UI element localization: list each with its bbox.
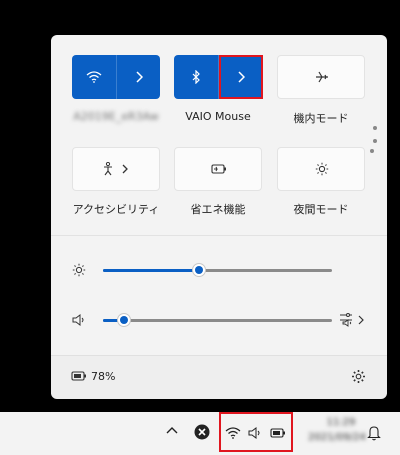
page-dot [373,139,377,143]
battery-percentage: 78% [91,370,116,383]
quick-settings-footer: 78% [51,355,387,399]
wifi-icon [86,71,102,83]
accessibility-icon [103,162,131,176]
clock-date: 2021/09/24 [308,432,366,443]
accessibility-tile[interactable] [72,147,160,191]
airplane-mode-label: 機内モード [293,112,349,125]
bluetooth-tile-label: VAIO Mouse [185,110,251,123]
page-down-icon[interactable] [370,149,374,153]
bluetooth-toggle[interactable] [174,55,218,99]
night-light-tile[interactable] [277,147,365,191]
clock-time: 11:29 [326,417,356,428]
night-light-icon [315,162,329,176]
chevron-right-icon [135,71,143,83]
section-divider [51,235,387,236]
app-tray-x-icon[interactable] [194,424,210,440]
battery-saver-tile[interactable] [174,147,262,191]
night-light-label: 夜間モード [293,203,349,216]
brightness-icon [72,263,86,277]
page-dot [373,126,377,130]
bluetooth-expand-highlight [219,55,263,99]
brightness-fill [103,269,199,272]
battery-saver-icon [211,163,227,175]
brightness-thumb[interactable] [192,263,206,277]
airplane-mode-tile[interactable] [277,55,365,99]
tray-icons-highlight [219,412,293,452]
taskbar: 11:29 2021/09/24 [0,412,400,455]
wifi-tile-label: A2019E_eR3Aw [73,110,159,123]
settings-gear-icon[interactable] [351,369,366,384]
airplane-icon [315,70,329,84]
wifi-expand-button[interactable] [117,55,160,99]
notification-bell-icon[interactable] [367,425,381,441]
wifi-tile[interactable] [72,55,160,99]
bluetooth-icon [191,70,201,84]
accessibility-label: アクセシビリティ [72,203,160,216]
audio-output-select-icon[interactable] [339,312,367,328]
quick-settings-panel: A2019E_eR3Aw VAIO Mouse 機内モード アクセシビリティ 省… [51,35,387,398]
wifi-toggle[interactable] [72,55,116,99]
battery-icon [71,370,87,382]
volume-track[interactable] [103,319,332,322]
volume-thumb[interactable] [117,313,131,327]
volume-icon[interactable] [72,313,86,327]
show-hidden-icons-chevron-up-icon[interactable] [166,426,178,434]
battery-saver-label: 省エネ機能 [190,203,246,216]
